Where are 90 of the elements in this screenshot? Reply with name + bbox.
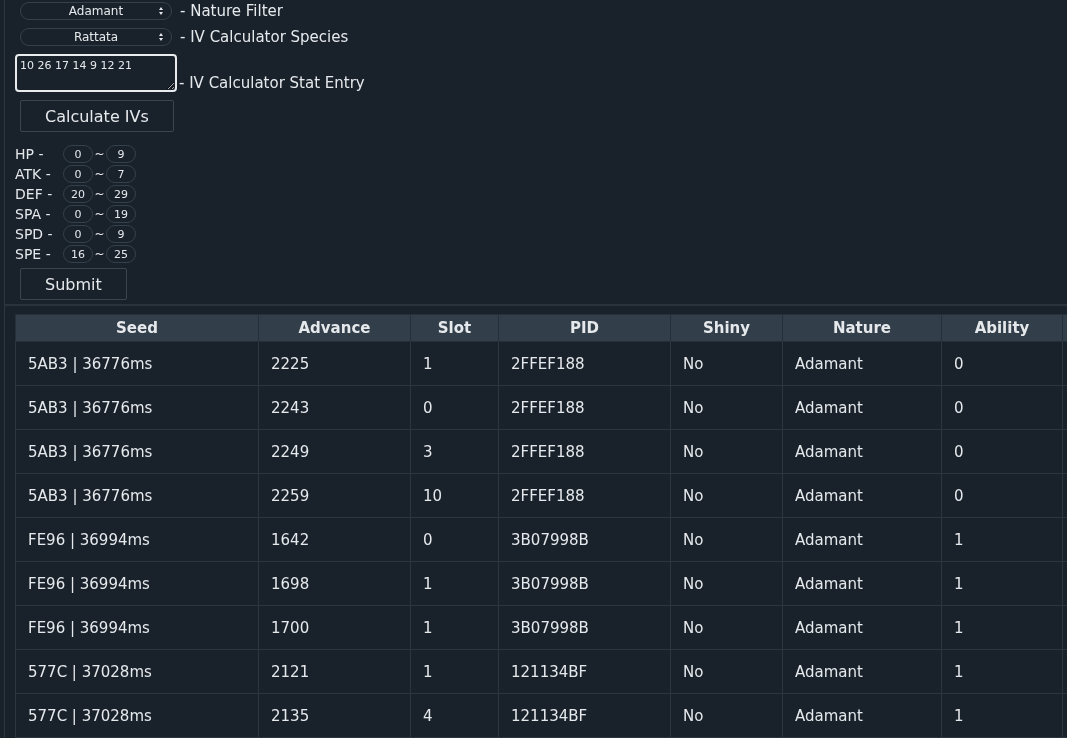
table-cell: 2225 (258, 341, 411, 386)
column-header[interactable]: Nature (782, 314, 942, 342)
table-cell: 5AB3 | 36776ms (15, 385, 259, 430)
table-cell: 5AB3 | 36776ms (15, 341, 259, 386)
table-cell: 5AB3 | 36776ms (15, 429, 259, 474)
column-header[interactable]: Slot (410, 314, 499, 342)
stat-label: SPD - (15, 226, 54, 242)
calculate-ivs-button[interactable]: Calculate IVs (20, 100, 174, 132)
stat-label: SPE - (15, 246, 52, 262)
table-cell: No (670, 341, 783, 386)
table-cell: 1700 (258, 605, 411, 650)
table-cell: FE96 | 36994ms (15, 517, 259, 562)
range-separator: ~ (93, 187, 106, 201)
table-cell: 3B07998B (498, 605, 671, 650)
nature-filter-label: - Nature Filter (180, 2, 283, 20)
table-cell: 2121 (258, 649, 411, 694)
range-separator: ~ (93, 227, 106, 241)
table-cell: Adamant (782, 473, 942, 518)
stat-label: DEF - (15, 186, 54, 202)
table-cell: 1 (941, 561, 1063, 606)
column-header[interactable]: Shiny (670, 314, 783, 342)
range-separator: ~ (93, 247, 106, 261)
column-header[interactable]: Ability (941, 314, 1063, 342)
table-cell: 5AB3 | 36776ms (15, 473, 259, 518)
table-cell: 1 (941, 517, 1063, 562)
caret-icon (159, 7, 163, 15)
range-separator: ~ (93, 207, 106, 221)
table-cell: No (670, 473, 783, 518)
table-cell: No (670, 693, 783, 738)
table-cell: 1 (410, 561, 499, 606)
table-cell: Adamant (782, 649, 942, 694)
table-cell: 1 (410, 341, 499, 386)
table-cell: 1 (410, 649, 499, 694)
table-cell: FE96 | 36994ms (15, 561, 259, 606)
table-cell: Adamant (782, 341, 942, 386)
table-cell: 3B07998B (498, 561, 671, 606)
table-cell: 2135 (258, 693, 411, 738)
table-cell: 0 (941, 341, 1063, 386)
table-cell: 2249 (258, 429, 411, 474)
table-cell: 1 (410, 605, 499, 650)
stat-label: ATK - (15, 166, 52, 182)
table-cell: 4 (410, 693, 499, 738)
table-cell: Adamant (782, 693, 942, 738)
table-cell: FE96 | 36994ms (15, 605, 259, 650)
table-cell: Adamant (782, 429, 942, 474)
table-cell: No (670, 605, 783, 650)
submit-button[interactable]: Submit (20, 268, 127, 300)
caret-icon (159, 33, 163, 41)
table-cell: 1 (941, 605, 1063, 650)
column-header[interactable]: PID (498, 314, 671, 342)
stat-entry-field[interactable]: 10 26 17 14 9 12 21 (15, 54, 177, 92)
table-cell: 2FFEF188 (498, 385, 671, 430)
table-cell: No (670, 385, 783, 430)
table-cell: 0 (941, 429, 1063, 474)
table-cell: 1 (941, 649, 1063, 694)
table-cell: Adamant (782, 605, 942, 650)
column-header[interactable]: Advance (258, 314, 411, 342)
table-cell: 1698 (258, 561, 411, 606)
table-cell: 10 (410, 473, 499, 518)
table-cell: 0 (941, 473, 1063, 518)
table-cell: 3 (410, 429, 499, 474)
table-cell: 3B07998B (498, 517, 671, 562)
table-cell: No (670, 517, 783, 562)
table-cell: No (670, 561, 783, 606)
table-cell: 0 (410, 517, 499, 562)
stat-label: SPA - (15, 206, 52, 222)
table-cell: 2FFEF188 (498, 341, 671, 386)
table-cell: 1 (941, 693, 1063, 738)
table-cell: 2FFEF188 (498, 473, 671, 518)
table-cell: 2259 (258, 473, 411, 518)
table-cell: No (670, 649, 783, 694)
table-cell: 121134BF (498, 693, 671, 738)
range-separator: ~ (93, 167, 106, 181)
table-cell: 121134BF (498, 649, 671, 694)
stat-label: HP - (15, 146, 45, 162)
table-cell: Adamant (782, 561, 942, 606)
table-cell: 0 (410, 385, 499, 430)
table-cell: No (670, 429, 783, 474)
table-cell: 2FFEF188 (498, 429, 671, 474)
table-cell: Adamant (782, 385, 942, 430)
table-cell: Adamant (782, 517, 942, 562)
table-cell: 0 (941, 385, 1063, 430)
range-separator: ~ (93, 147, 106, 161)
table-cell: 577C | 37028ms (15, 693, 259, 738)
table-cell: 1642 (258, 517, 411, 562)
table-cell: 577C | 37028ms (15, 649, 259, 694)
species-label: - IV Calculator Species (180, 28, 349, 46)
column-header[interactable]: Seed (15, 314, 259, 342)
table-cell: 2243 (258, 385, 411, 430)
stat-entry-label: - IV Calculator Stat Entry (179, 74, 365, 92)
